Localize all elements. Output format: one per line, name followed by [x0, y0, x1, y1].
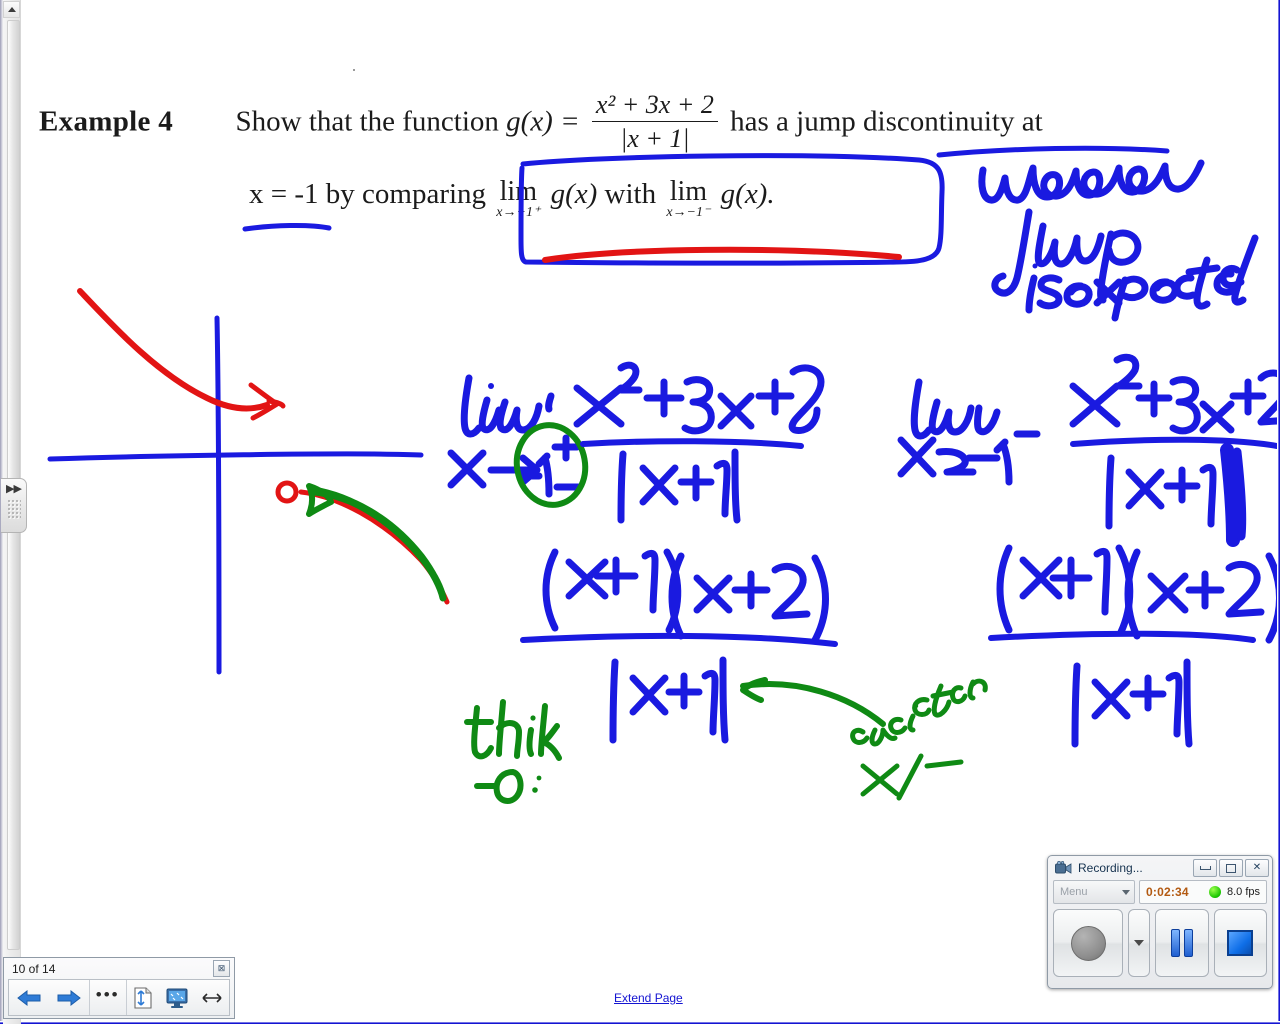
fit-page-height-button[interactable]	[126, 986, 159, 1010]
grip-dots-icon	[6, 499, 21, 519]
recording-toolbar-window[interactable]: Recording... ✕ Menu 0:02:34 8.0 fps	[1047, 855, 1273, 989]
limit-expression-right-hand: lim x→−1⁺	[496, 176, 541, 220]
problem-statement-line-2: x = -1 by comparing lim x→−1⁺ g(x) with …	[249, 176, 775, 220]
fit-page-width-button[interactable]	[195, 986, 229, 1010]
menu-dropdown-button[interactable]: Menu	[1053, 880, 1135, 904]
close-button[interactable]: ✕	[1245, 859, 1269, 877]
record-options-dropdown[interactable]	[1128, 909, 1150, 977]
ellipsis-icon: •••	[95, 985, 120, 1004]
panel-collapse-button[interactable]: ⊠	[213, 960, 230, 977]
limit-function-2: g(x).	[720, 177, 775, 210]
restore-button[interactable]	[1219, 859, 1243, 877]
minimize-icon	[1199, 866, 1211, 870]
chevron-down-icon	[1134, 940, 1144, 946]
limit-subscript-2: x→−1⁻	[666, 204, 711, 220]
menu-label: Menu	[1060, 886, 1088, 898]
restore-icon	[1226, 863, 1236, 873]
problem-text-part-3: x = -1 by comparing	[249, 177, 487, 210]
collapse-icon: ⊠	[217, 963, 226, 973]
monitor-icon	[166, 988, 188, 1008]
recording-timer: 0:02:34	[1146, 885, 1189, 899]
limit-subscript-1: x→−1⁺	[496, 204, 541, 220]
arrow-right-icon	[57, 989, 81, 1006]
problem-text-part-1: Show that the function	[235, 105, 499, 138]
recording-titlebar[interactable]: Recording... ✕	[1048, 856, 1272, 880]
chevron-down-icon	[1122, 889, 1130, 895]
problem-text-part-2: has a jump discontinuity at	[730, 105, 1043, 138]
pause-button[interactable]	[1155, 909, 1209, 977]
more-pages-button[interactable]: •••	[90, 980, 126, 1015]
stop-square-icon	[1227, 930, 1254, 956]
arrows-horizontal-icon	[202, 992, 222, 1003]
page-fit-height-icon	[134, 986, 152, 1009]
window-control-buttons: ✕	[1193, 859, 1269, 877]
scroll-up-arrow-icon[interactable]	[3, 1, 20, 18]
limit-word-1: lim	[499, 176, 537, 207]
arrow-left-icon	[17, 989, 41, 1006]
recording-status-strip: Menu 0:02:34 8.0 fps	[1053, 880, 1267, 904]
panel-expand-handle[interactable]: ▶▶	[1, 478, 27, 533]
problem-statement-line-1: Example 4 Show that the function g(x) = …	[39, 90, 1043, 156]
minimize-button[interactable]	[1193, 859, 1217, 877]
fraction-denominator: |x + 1|	[620, 124, 690, 153]
recording-window-title: Recording...	[1078, 861, 1143, 875]
app-window: Example 4 Show that the function g(x) = …	[0, 0, 1280, 1024]
video-camera-icon	[1055, 861, 1072, 874]
recording-status-light-icon	[1208, 886, 1221, 898]
limit-word-2: lim	[669, 176, 708, 207]
page-navigation-panel[interactable]: 10 of 14 ⊠ •••	[3, 957, 235, 1019]
record-button[interactable]	[1053, 909, 1123, 977]
recording-transport-controls	[1053, 909, 1267, 977]
example-label: Example 4	[39, 105, 174, 138]
function-name: g(x) =	[506, 105, 580, 138]
pause-icon	[1170, 929, 1193, 957]
extend-page-link[interactable]: Extend Page	[614, 991, 683, 1005]
with-word: with	[604, 177, 657, 210]
ink-dot-artifact	[353, 69, 355, 71]
limit-expression-left-hand: lim x→−1⁻	[666, 176, 711, 220]
previous-page-button[interactable]	[9, 980, 49, 1015]
page-navigation-header: 10 of 14 ⊠	[4, 958, 234, 979]
triangle-up-icon	[7, 7, 16, 12]
page-navigation-toolbar: •••	[8, 979, 230, 1016]
recording-fps: 8.0 fps	[1226, 886, 1260, 898]
fraction-numerator: x² + 3x + 2	[591, 90, 718, 122]
stop-button[interactable]	[1213, 909, 1267, 977]
close-icon: ✕	[1252, 862, 1262, 873]
function-fraction: x² + 3x + 2 |x + 1|	[591, 90, 718, 154]
record-circle-icon	[1070, 925, 1106, 961]
page-indicator: 10 of 14	[12, 961, 56, 976]
next-page-button[interactable]	[49, 980, 89, 1015]
screen-view-button[interactable]	[159, 986, 195, 1010]
limit-function-1: g(x)	[550, 177, 598, 210]
recording-status-box: 0:02:34 8.0 fps	[1139, 880, 1267, 904]
double-chevron-right-icon: ▶▶	[6, 483, 22, 495]
